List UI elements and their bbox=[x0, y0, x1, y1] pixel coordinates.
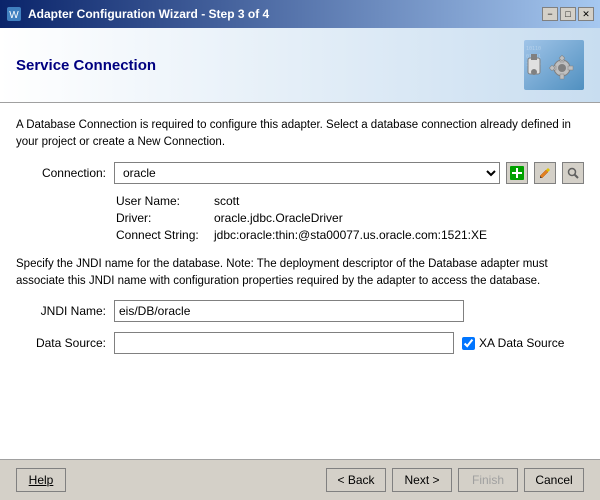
edit-connection-button[interactable] bbox=[534, 162, 556, 184]
maximize-button[interactable]: □ bbox=[560, 7, 576, 21]
title-bar-left: W Adapter Configuration Wizard - Step 3 … bbox=[6, 6, 269, 22]
wizard-icon: W bbox=[6, 6, 22, 22]
data-source-label: Data Source: bbox=[16, 336, 106, 350]
svg-text:10110: 10110 bbox=[526, 46, 541, 52]
connection-label: Connection: bbox=[16, 166, 106, 180]
xa-datasource-label[interactable]: XA Data Source bbox=[479, 336, 564, 350]
pencil-icon bbox=[538, 166, 552, 180]
connect-string-value: jdbc:oracle:thin:@sta00077.us.oracle.com… bbox=[214, 228, 487, 242]
footer-right: < Back Next > Finish Cancel bbox=[326, 468, 584, 492]
svg-text:W: W bbox=[9, 10, 19, 21]
data-source-row: Data Source: XA Data Source bbox=[16, 332, 584, 354]
footer-left: Help bbox=[16, 468, 66, 492]
wizard-body: Service Connection 10110 01001 11010 bbox=[0, 28, 600, 500]
wizard-header: Service Connection 10110 01001 11010 bbox=[0, 28, 600, 103]
xa-datasource-checkbox[interactable] bbox=[462, 337, 475, 350]
gear-icon: 10110 01001 11010 bbox=[524, 40, 584, 90]
connect-string-label: Connect String: bbox=[116, 228, 206, 242]
connection-select[interactable]: oracle bbox=[114, 162, 500, 184]
jndi-name-row: JNDI Name: bbox=[16, 300, 584, 322]
finish-button[interactable]: Finish bbox=[458, 468, 518, 492]
xa-datasource-checkbox-row: XA Data Source bbox=[462, 336, 564, 350]
wizard-footer: Help < Back Next > Finish Cancel bbox=[0, 459, 600, 500]
username-label: User Name: bbox=[116, 194, 206, 208]
jndi-name-input[interactable] bbox=[114, 300, 464, 322]
connect-string-row: Connect String: jdbc:oracle:thin:@sta000… bbox=[116, 228, 584, 242]
data-source-input[interactable] bbox=[114, 332, 454, 354]
username-row: User Name: scott bbox=[116, 194, 584, 208]
jndi-description: Specify the JNDI name for the database. … bbox=[16, 256, 584, 291]
description-text: A Database Connection is required to con… bbox=[16, 117, 584, 152]
back-button[interactable]: < Back bbox=[326, 468, 386, 492]
next-button[interactable]: Next > bbox=[392, 468, 452, 492]
driver-row: Driver: oracle.jdbc.OracleDriver bbox=[116, 211, 584, 225]
add-connection-button[interactable] bbox=[506, 162, 528, 184]
minimize-button[interactable]: − bbox=[542, 7, 558, 21]
close-button[interactable]: ✕ bbox=[578, 7, 594, 21]
wizard-header-title: Service Connection bbox=[16, 57, 156, 74]
wrench-icon bbox=[566, 166, 580, 180]
connection-row: Connection: oracle bbox=[16, 162, 584, 184]
search-connection-button[interactable] bbox=[562, 162, 584, 184]
username-value: scott bbox=[214, 194, 239, 208]
header-icon-area: 10110 01001 11010 bbox=[524, 40, 584, 90]
cancel-button[interactable]: Cancel bbox=[524, 468, 584, 492]
connection-controls: oracle bbox=[114, 162, 584, 184]
detail-section: User Name: scott Driver: oracle.jdbc.Ora… bbox=[116, 194, 584, 242]
wizard-content: A Database Connection is required to con… bbox=[0, 103, 600, 459]
jndi-name-label: JNDI Name: bbox=[16, 304, 106, 318]
title-bar: W Adapter Configuration Wizard - Step 3 … bbox=[0, 0, 600, 28]
plus-icon bbox=[510, 166, 524, 180]
driver-label: Driver: bbox=[116, 211, 206, 225]
title-bar-title: Adapter Configuration Wizard - Step 3 of… bbox=[28, 7, 269, 21]
help-button[interactable]: Help bbox=[16, 468, 66, 492]
title-bar-controls: − □ ✕ bbox=[542, 7, 594, 21]
driver-value: oracle.jdbc.OracleDriver bbox=[214, 211, 343, 225]
